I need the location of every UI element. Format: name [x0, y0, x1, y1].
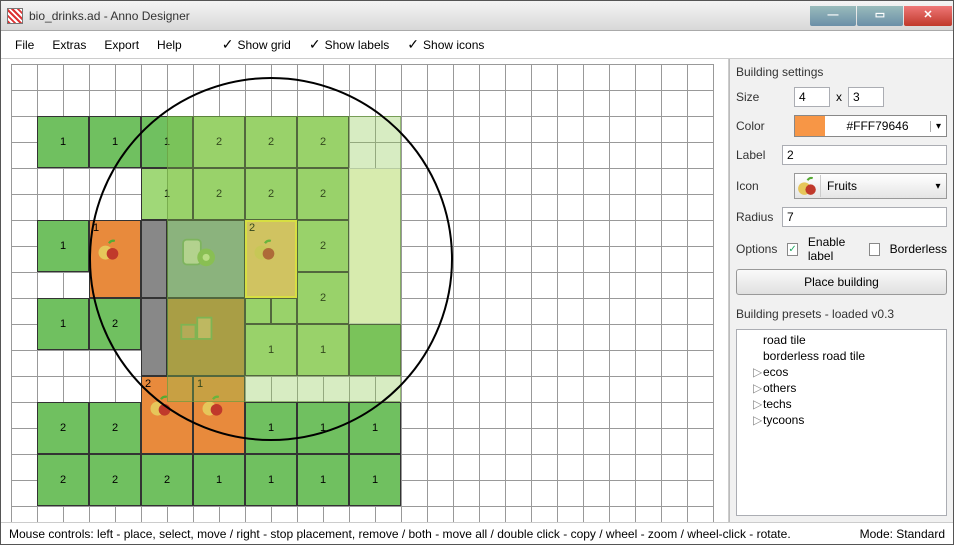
minimize-button[interactable]: —: [810, 6, 856, 26]
radius-label: Radius: [736, 210, 776, 224]
preset-item[interactable]: borderless road tile: [753, 348, 944, 364]
toggle-label: Show grid: [237, 38, 290, 52]
app-icon: [7, 8, 23, 24]
building-block[interactable]: 1: [193, 454, 245, 506]
chevron-down-icon: ▾: [930, 181, 946, 192]
preset-group[interactable]: ▷techs: [753, 396, 944, 412]
building-block[interactable]: 1: [89, 220, 141, 298]
color-label: Color: [736, 119, 788, 133]
preset-group[interactable]: ▷others: [753, 380, 944, 396]
placement-ghost: [167, 116, 401, 402]
borderless-text: Borderless: [890, 242, 947, 256]
enable-label-checkbox[interactable]: ✓: [787, 243, 798, 256]
building-block[interactable]: 1: [297, 402, 349, 454]
status-mouse: Mouse controls: left - place, select, mo…: [9, 527, 840, 541]
status-mode: Mode: Standard: [860, 527, 945, 541]
toggle-label: Show labels: [325, 38, 390, 52]
building-block[interactable]: 2: [89, 454, 141, 506]
size-width-input[interactable]: [794, 87, 830, 107]
menu-file[interactable]: File: [7, 35, 42, 55]
settings-title: Building settings: [736, 65, 947, 79]
color-hex: #FFF79646: [825, 119, 930, 133]
icon-value: Fruits: [821, 179, 930, 193]
window-title: bio_drinks.ad - Anno Designer: [29, 9, 810, 23]
building-block[interactable]: 2: [37, 454, 89, 506]
size-label: Size: [736, 90, 788, 104]
menu-extras[interactable]: Extras: [44, 35, 94, 55]
color-picker[interactable]: #FFF79646 ▾: [794, 115, 947, 137]
maximize-button[interactable]: ▭: [857, 6, 903, 26]
chevron-down-icon: ▾: [930, 121, 946, 132]
fruits-icon: [95, 229, 135, 290]
options-label: Options: [736, 242, 777, 256]
fruits-icon: [795, 175, 821, 197]
place-building-button[interactable]: Place building: [736, 269, 947, 295]
menu-export[interactable]: Export: [96, 35, 147, 55]
preset-group[interactable]: ▷tycoons: [753, 412, 944, 428]
title-bar: bio_drinks.ad - Anno Designer — ▭ ✕: [1, 1, 953, 31]
design-canvas[interactable]: 1112221222211221212121221112221111: [1, 59, 729, 522]
building-block[interactable]: 2: [141, 454, 193, 506]
building-block[interactable]: 2: [37, 402, 89, 454]
building-block[interactable]: 1: [37, 116, 89, 168]
toggle-show-icons[interactable]: ✓Show icons: [399, 36, 492, 53]
icon-picker[interactable]: Fruits ▾: [794, 173, 947, 199]
building-block[interactable]: 2: [89, 402, 141, 454]
size-height-input[interactable]: [848, 87, 884, 107]
borderless-checkbox[interactable]: [869, 243, 880, 256]
status-bar: Mouse controls: left - place, select, mo…: [1, 522, 953, 544]
side-panel: Building settings Size x Color #FFF79646…: [729, 59, 953, 522]
menu-bar: File Extras Export Help ✓Show grid ✓Show…: [1, 31, 953, 59]
building-block[interactable]: 1: [349, 402, 401, 454]
toggle-show-grid[interactable]: ✓Show grid: [214, 36, 299, 53]
building-block[interactable]: 1: [245, 402, 297, 454]
enable-label-text: Enable label: [808, 235, 859, 263]
building-block[interactable]: 2: [89, 298, 141, 350]
presets-title: Building presets - loaded v0.3: [736, 307, 947, 321]
label-label: Label: [736, 148, 776, 162]
label-input[interactable]: [782, 145, 947, 165]
toggle-show-labels[interactable]: ✓Show labels: [301, 36, 397, 53]
building-block[interactable]: [141, 220, 167, 298]
icon-label: Icon: [736, 179, 788, 193]
menu-help[interactable]: Help: [149, 35, 190, 55]
building-block[interactable]: 1: [245, 454, 297, 506]
toggle-label: Show icons: [423, 38, 484, 52]
building-block[interactable]: [141, 298, 167, 376]
building-block[interactable]: 1: [37, 298, 89, 350]
preset-item[interactable]: road tile: [753, 332, 944, 348]
preset-group[interactable]: ▷ecos: [753, 364, 944, 380]
building-block[interactable]: 1: [297, 454, 349, 506]
close-button[interactable]: ✕: [904, 6, 952, 26]
building-block[interactable]: 1: [37, 220, 89, 272]
radius-input[interactable]: [782, 207, 947, 227]
building-block[interactable]: 1: [89, 116, 141, 168]
size-sep: x: [836, 90, 842, 104]
building-block[interactable]: 1: [349, 454, 401, 506]
presets-tree[interactable]: road tileborderless road tile▷ecos▷other…: [736, 329, 947, 516]
